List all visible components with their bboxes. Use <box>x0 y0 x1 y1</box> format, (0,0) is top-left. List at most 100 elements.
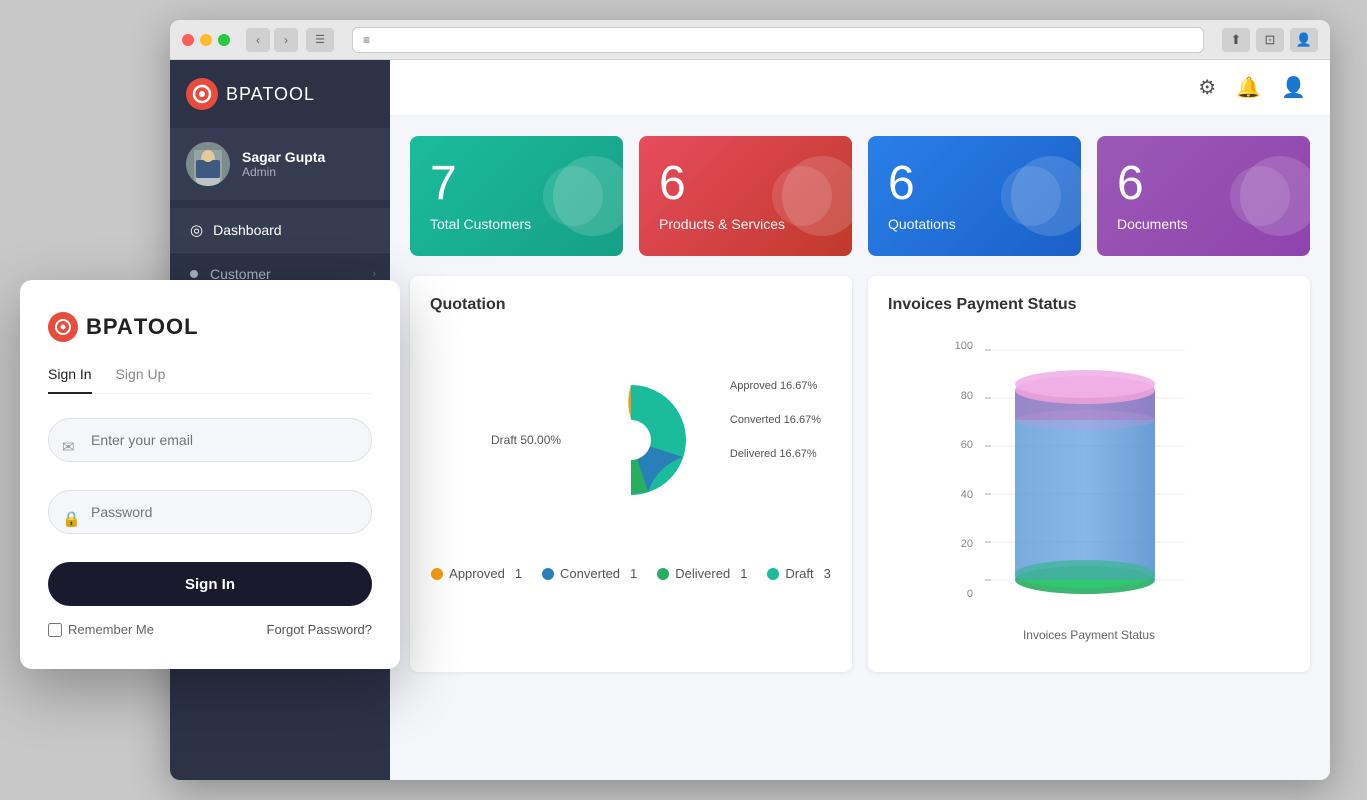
y-label-60: 60 <box>961 439 973 451</box>
stat-card-documents[interactable]: 6 Documents <box>1097 136 1310 256</box>
pie-chart-container: Draft 50.00% <box>430 330 832 550</box>
reader-button[interactable]: ☰ <box>306 28 334 52</box>
sidebar-item-label: Dashboard <box>213 222 282 238</box>
traffic-lights <box>182 34 230 46</box>
quotation-chart-card: Quotation Draft 50.00% <box>410 276 852 672</box>
y-label-100: 100 <box>955 340 973 352</box>
lock-icon: 🔒 <box>62 510 81 528</box>
legend-value: 1 <box>630 566 637 581</box>
dashboard-charts: Quotation Draft 50.00% <box>410 276 1310 672</box>
signin-modal: BPATOOL Sign In Sign Up ✉ 🔒 Sign In Reme… <box>20 280 400 669</box>
remember-me-checkbox[interactable] <box>48 623 62 637</box>
stat-number: 6 <box>888 160 1061 208</box>
stat-card-quotations[interactable]: 6 Quotations <box>868 136 1081 256</box>
forgot-password-link[interactable]: Forgot Password? <box>267 622 373 637</box>
legend-approved: Approved 1 <box>431 566 522 581</box>
avatar <box>186 142 230 186</box>
browser-actions: ⬆ ⊡ 👤 <box>1222 28 1318 52</box>
pie-chart-wrapper: Draft 50.00% <box>481 340 781 540</box>
user-name: Sagar Gupta <box>242 149 325 165</box>
forward-button[interactable]: › <box>274 28 298 52</box>
signin-button[interactable]: Sign In <box>48 562 372 606</box>
stat-card-customers[interactable]: 7 Total Customers <box>410 136 623 256</box>
right-labels: Approved 16.67% Converted 16.67% Deliver… <box>730 380 821 460</box>
stat-label: Total Customers <box>430 216 603 232</box>
legend-value: 3 <box>824 566 831 581</box>
stat-label: Quotations <box>888 216 1061 232</box>
y-label-80: 80 <box>961 390 973 402</box>
settings-icon[interactable]: ⚙ <box>1198 75 1216 100</box>
browser-navigation: ‹ › <box>246 28 298 52</box>
sidebar-logo: BPATOOL <box>170 60 390 128</box>
back-button[interactable]: ‹ <box>246 28 270 52</box>
remember-me-text: Remember Me <box>68 622 154 637</box>
quotation-chart-title: Quotation <box>430 296 832 314</box>
email-field[interactable] <box>48 418 372 462</box>
user-role: Admin <box>242 165 325 179</box>
converted-dot <box>542 568 554 580</box>
stat-number: 6 <box>1117 160 1290 208</box>
draft-dot <box>767 568 779 580</box>
new-tab-button[interactable]: ⊡ <box>1256 28 1284 52</box>
password-field[interactable] <box>48 490 372 534</box>
user-profile[interactable]: Sagar Gupta Admin <box>170 128 390 200</box>
email-icon: ✉ <box>62 438 75 456</box>
main-content: ⚙ 🔔 👤 7 Total Customers 6 Products & Ser… <box>390 60 1330 780</box>
cylinder-svg <box>985 340 1205 600</box>
approved-label: Approved 16.67% <box>730 380 821 392</box>
user-info: Sagar Gupta Admin <box>242 149 325 179</box>
stat-label: Documents <box>1117 216 1290 232</box>
address-text: ≡ <box>363 33 370 47</box>
modal-logo-icon <box>48 312 78 342</box>
logo-icon <box>186 78 218 110</box>
minimize-button[interactable] <box>200 34 212 46</box>
pie-chart-svg <box>566 375 696 505</box>
password-input-wrapper: 🔒 <box>48 490 372 548</box>
stat-card-products[interactable]: 6 Products & Services <box>639 136 852 256</box>
invoice-chart-title: Invoices Payment Status <box>888 296 1290 314</box>
modal-logo-text: BPATOOL <box>86 314 199 340</box>
modal-tabs: Sign In Sign Up <box>48 366 372 394</box>
pie-legend: Approved 1 Converted 1 Delivered 1 <box>430 566 832 581</box>
tab-signin[interactable]: Sign In <box>48 366 92 394</box>
modal-logo: BPATOOL <box>48 312 372 342</box>
browser-titlebar: ‹ › ☰ ≡ ⬆ ⊡ 👤 <box>170 20 1330 60</box>
address-bar[interactable]: ≡ <box>352 27 1204 53</box>
draft-label: Draft 50.00% <box>491 433 561 447</box>
y-label-0: 0 <box>967 588 973 600</box>
close-button[interactable] <box>182 34 194 46</box>
sidebar-item-dashboard[interactable]: ◎ Dashboard <box>170 208 390 253</box>
legend-value: 1 <box>515 566 522 581</box>
cylinder-chart-subtitle: Invoices Payment Status <box>1023 628 1155 642</box>
stat-label: Products & Services <box>659 216 832 232</box>
legend-label: Delivered <box>675 566 730 581</box>
legend-draft: Draft 3 <box>767 566 830 581</box>
y-label-20: 20 <box>961 538 973 550</box>
converted-label: Converted 16.67% <box>730 414 821 426</box>
cylinder-chart: 100 80 60 40 20 0 <box>888 330 1290 652</box>
share-button[interactable]: ⬆ <box>1222 28 1250 52</box>
maximize-button[interactable] <box>218 34 230 46</box>
tab-signup[interactable]: Sign Up <box>116 366 166 393</box>
delivered-label: Delivered 16.67% <box>730 448 821 460</box>
dashboard-icon: ◎ <box>190 221 203 239</box>
notifications-icon[interactable]: 🔔 <box>1236 75 1261 100</box>
y-axis-labels: 100 80 60 40 20 0 <box>949 340 979 600</box>
approved-dot <box>431 568 443 580</box>
legend-label: Converted <box>560 566 620 581</box>
remember-me-label[interactable]: Remember Me <box>48 622 154 637</box>
top-bar: ⚙ 🔔 👤 <box>390 60 1330 116</box>
cylinder-wrapper: 100 80 60 40 20 0 <box>949 340 1229 620</box>
legend-label: Approved <box>449 566 505 581</box>
legend-label: Draft <box>785 566 813 581</box>
stat-number: 6 <box>659 160 832 208</box>
user-menu-icon[interactable]: 👤 <box>1281 75 1306 100</box>
logo-text: BPATOOL <box>226 84 315 105</box>
stat-number: 7 <box>430 160 603 208</box>
extensions-button[interactable]: 👤 <box>1290 28 1318 52</box>
legend-delivered: Delivered 1 <box>657 566 747 581</box>
cylinder-svg-area <box>985 340 1229 600</box>
invoice-chart-card: Invoices Payment Status 100 80 60 40 20 <box>868 276 1310 672</box>
legend-value: 1 <box>740 566 747 581</box>
delivered-dot <box>657 568 669 580</box>
